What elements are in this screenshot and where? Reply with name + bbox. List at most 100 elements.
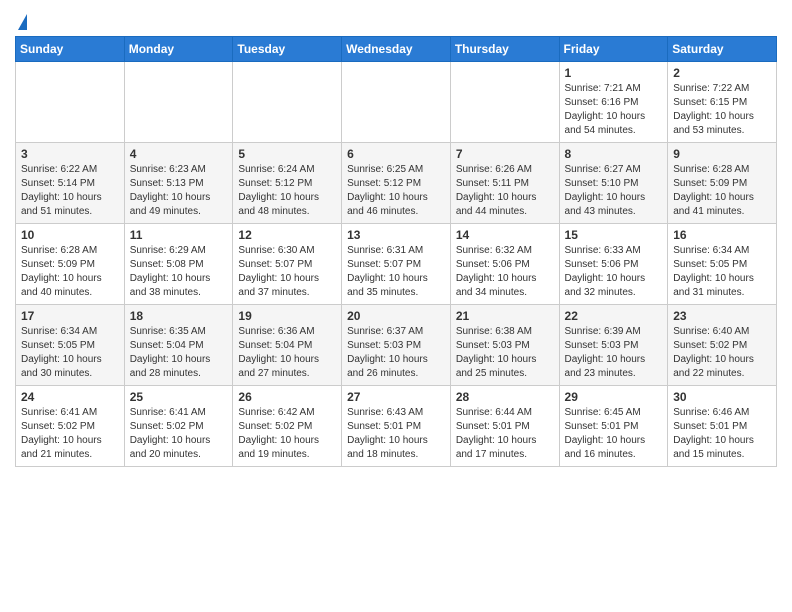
day-info: Sunrise: 6:28 AM Sunset: 5:09 PM Dayligh… (673, 163, 771, 219)
calendar-day-cell: 6Sunrise: 6:25 AM Sunset: 5:12 PM Daylig… (342, 143, 451, 224)
day-number: 30 (673, 390, 771, 404)
day-number: 21 (456, 309, 554, 323)
calendar-day-cell: 13 Sunrise: 6:31 AM Sunset: 5:07 PM Dayli… (342, 224, 451, 305)
day-info: Sunrise: 7:22 AM Sunset: 6:15 PM Dayligh… (673, 82, 771, 138)
day-info: Sunrise: 6:25 AM Sunset: 5:12 PM Dayligh… (347, 163, 445, 219)
calendar-day-cell: 18 Sunrise: 6:35 AM Sunset: 5:04 PM Dayli… (124, 305, 233, 386)
day-info: Sunrise: 6:24 AM Sunset: 5:12 PM Dayligh… (238, 163, 336, 219)
calendar-day-cell: 14 Sunrise: 6:32 AM Sunset: 5:06 PM Dayli… (450, 224, 559, 305)
header (15, 10, 777, 30)
day-number: 18 (130, 309, 228, 323)
calendar-day-cell: 26 Sunrise: 6:42 AM Sunset: 5:02 PM Dayli… (233, 386, 342, 467)
calendar-week-row: 24Sunrise: 6:41 AM Sunset: 5:02 PM Dayli… (16, 386, 777, 467)
day-number: 28 (456, 390, 554, 404)
day-number: 10 (21, 228, 119, 242)
day-number: 5 (238, 147, 336, 161)
day-number: 8 (565, 147, 663, 161)
day-number: 19 (238, 309, 336, 323)
day-number: 7 (456, 147, 554, 161)
day-number: 15 (565, 228, 663, 242)
calendar-body: 1Sunrise: 7:21 AM Sunset: 6:16 PM Daylig… (16, 62, 777, 467)
calendar-day-cell: 30 Sunrise: 6:46 AM Sunset: 5:01 PM Dayli… (668, 386, 777, 467)
calendar-day-cell: 11 Sunrise: 6:29 AM Sunset: 5:08 PM Dayli… (124, 224, 233, 305)
calendar-day-cell: 28Sunrise: 6:44 AM Sunset: 5:01 PM Dayli… (450, 386, 559, 467)
calendar-day-cell: 17 Sunrise: 6:34 AM Sunset: 5:05 PM Dayli… (16, 305, 125, 386)
weekday-header-cell: Thursday (450, 37, 559, 62)
day-info: Sunrise: 6:38 AM Sunset: 5:03 PM Dayligh… (456, 325, 554, 381)
calendar-day-cell: 5 Sunrise: 6:24 AM Sunset: 5:12 PM Daylig… (233, 143, 342, 224)
calendar-day-cell: 24Sunrise: 6:41 AM Sunset: 5:02 PM Dayli… (16, 386, 125, 467)
calendar-day-cell: 3Sunrise: 6:22 AM Sunset: 5:14 PM Daylig… (16, 143, 125, 224)
calendar-day-cell: 19 Sunrise: 6:36 AM Sunset: 5:04 PM Dayli… (233, 305, 342, 386)
calendar-week-row: 10 Sunrise: 6:28 AM Sunset: 5:09 PM Dayli… (16, 224, 777, 305)
calendar-day-cell: 22Sunrise: 6:39 AM Sunset: 5:03 PM Dayli… (559, 305, 668, 386)
calendar-day-cell: 9Sunrise: 6:28 AM Sunset: 5:09 PM Daylig… (668, 143, 777, 224)
day-info: Sunrise: 6:35 AM Sunset: 5:04 PM Dayligh… (130, 325, 228, 381)
calendar-day-cell: 2 Sunrise: 7:22 AM Sunset: 6:15 PM Daylig… (668, 62, 777, 143)
calendar-day-cell: 27Sunrise: 6:43 AM Sunset: 5:01 PM Dayli… (342, 386, 451, 467)
day-info: Sunrise: 6:46 AM Sunset: 5:01 PM Dayligh… (673, 406, 771, 462)
day-info: Sunrise: 6:29 AM Sunset: 5:08 PM Dayligh… (130, 244, 228, 300)
calendar-day-cell: 4 Sunrise: 6:23 AM Sunset: 5:13 PM Daylig… (124, 143, 233, 224)
day-number: 12 (238, 228, 336, 242)
day-number: 26 (238, 390, 336, 404)
calendar-week-row: 17 Sunrise: 6:34 AM Sunset: 5:05 PM Dayli… (16, 305, 777, 386)
calendar-day-cell: 16 Sunrise: 6:34 AM Sunset: 5:05 PM Dayli… (668, 224, 777, 305)
calendar-day-cell: 1Sunrise: 7:21 AM Sunset: 6:16 PM Daylig… (559, 62, 668, 143)
calendar-day-cell: 21 Sunrise: 6:38 AM Sunset: 5:03 PM Dayli… (450, 305, 559, 386)
day-info: Sunrise: 6:28 AM Sunset: 5:09 PM Dayligh… (21, 244, 119, 300)
day-info: Sunrise: 6:22 AM Sunset: 5:14 PM Dayligh… (21, 163, 119, 219)
calendar-day-cell: 8 Sunrise: 6:27 AM Sunset: 5:10 PM Daylig… (559, 143, 668, 224)
day-info: Sunrise: 6:34 AM Sunset: 5:05 PM Dayligh… (21, 325, 119, 381)
day-info: Sunrise: 6:27 AM Sunset: 5:10 PM Dayligh… (565, 163, 663, 219)
weekday-header-cell: Friday (559, 37, 668, 62)
calendar-day-cell: 7 Sunrise: 6:26 AM Sunset: 5:11 PM Daylig… (450, 143, 559, 224)
calendar-day-cell: 25 Sunrise: 6:41 AM Sunset: 5:02 PM Dayli… (124, 386, 233, 467)
day-info: Sunrise: 6:26 AM Sunset: 5:11 PM Dayligh… (456, 163, 554, 219)
day-info: Sunrise: 6:45 AM Sunset: 5:01 PM Dayligh… (565, 406, 663, 462)
calendar-day-cell (450, 62, 559, 143)
calendar-day-cell: 23Sunrise: 6:40 AM Sunset: 5:02 PM Dayli… (668, 305, 777, 386)
calendar-day-cell: 12 Sunrise: 6:30 AM Sunset: 5:07 PM Dayli… (233, 224, 342, 305)
day-number: 25 (130, 390, 228, 404)
day-number: 4 (130, 147, 228, 161)
day-info: Sunrise: 6:42 AM Sunset: 5:02 PM Dayligh… (238, 406, 336, 462)
day-info: Sunrise: 6:31 AM Sunset: 5:07 PM Dayligh… (347, 244, 445, 300)
calendar-day-cell: 10 Sunrise: 6:28 AM Sunset: 5:09 PM Dayli… (16, 224, 125, 305)
day-info: Sunrise: 6:41 AM Sunset: 5:02 PM Dayligh… (130, 406, 228, 462)
day-info: Sunrise: 6:23 AM Sunset: 5:13 PM Dayligh… (130, 163, 228, 219)
weekday-header-row: SundayMondayTuesdayWednesdayThursdayFrid… (16, 37, 777, 62)
day-number: 14 (456, 228, 554, 242)
calendar: SundayMondayTuesdayWednesdayThursdayFrid… (15, 36, 777, 467)
calendar-week-row: 3Sunrise: 6:22 AM Sunset: 5:14 PM Daylig… (16, 143, 777, 224)
day-number: 17 (21, 309, 119, 323)
logo (15, 14, 27, 30)
day-number: 16 (673, 228, 771, 242)
weekday-header-cell: Wednesday (342, 37, 451, 62)
calendar-day-cell (124, 62, 233, 143)
weekday-header-cell: Tuesday (233, 37, 342, 62)
calendar-day-cell: 20 Sunrise: 6:37 AM Sunset: 5:03 PM Dayli… (342, 305, 451, 386)
day-info: Sunrise: 6:41 AM Sunset: 5:02 PM Dayligh… (21, 406, 119, 462)
day-info: Sunrise: 6:37 AM Sunset: 5:03 PM Dayligh… (347, 325, 445, 381)
day-info: Sunrise: 6:34 AM Sunset: 5:05 PM Dayligh… (673, 244, 771, 300)
calendar-day-cell (16, 62, 125, 143)
weekday-header-cell: Sunday (16, 37, 125, 62)
day-number: 11 (130, 228, 228, 242)
calendar-week-row: 1Sunrise: 7:21 AM Sunset: 6:16 PM Daylig… (16, 62, 777, 143)
day-info: Sunrise: 6:33 AM Sunset: 5:06 PM Dayligh… (565, 244, 663, 300)
day-info: Sunrise: 6:36 AM Sunset: 5:04 PM Dayligh… (238, 325, 336, 381)
calendar-day-cell: 29 Sunrise: 6:45 AM Sunset: 5:01 PM Dayli… (559, 386, 668, 467)
day-number: 20 (347, 309, 445, 323)
calendar-day-cell: 15 Sunrise: 6:33 AM Sunset: 5:06 PM Dayli… (559, 224, 668, 305)
day-number: 29 (565, 390, 663, 404)
day-number: 2 (673, 66, 771, 80)
day-number: 13 (347, 228, 445, 242)
day-info: Sunrise: 6:30 AM Sunset: 5:07 PM Dayligh… (238, 244, 336, 300)
day-info: Sunrise: 6:43 AM Sunset: 5:01 PM Dayligh… (347, 406, 445, 462)
weekday-header-cell: Monday (124, 37, 233, 62)
day-info: Sunrise: 6:32 AM Sunset: 5:06 PM Dayligh… (456, 244, 554, 300)
calendar-day-cell (342, 62, 451, 143)
day-info: Sunrise: 7:21 AM Sunset: 6:16 PM Dayligh… (565, 82, 663, 138)
day-number: 23 (673, 309, 771, 323)
